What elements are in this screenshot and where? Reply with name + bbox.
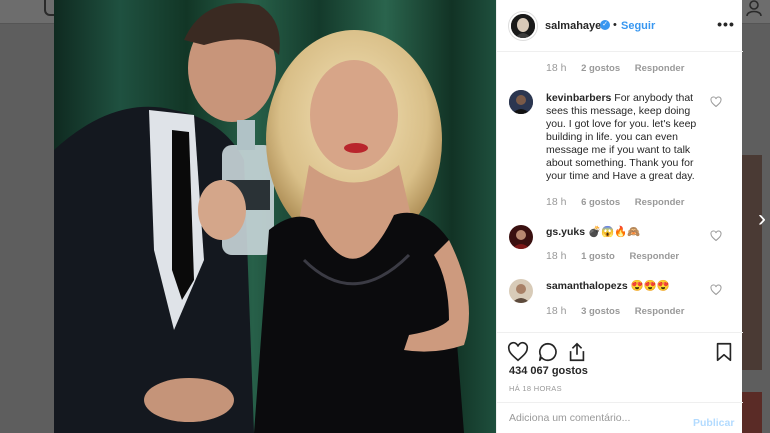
commenter-username[interactable]: gs.yuks [546, 226, 585, 238]
post-timestamp[interactable]: HÁ 18 HORAS [509, 384, 562, 393]
follow-button[interactable]: Seguir [621, 20, 655, 32]
post-header: salmahayek ✓ • Seguir ••• [497, 0, 743, 52]
comment-meta: 18 h 6 gostos Responder [546, 196, 684, 208]
heart-icon[interactable] [710, 96, 722, 108]
comment-body: kevinbarbers For anybody that sees this … [546, 92, 701, 183]
comment-body: samanthalopezs 😍😍😍 [546, 280, 701, 293]
heart-icon[interactable] [710, 230, 722, 242]
reply-button[interactable]: Responder [630, 251, 680, 262]
comment-time[interactable]: 18 h [546, 196, 566, 208]
comment-icon[interactable] [537, 341, 559, 363]
commenter-username[interactable]: samanthalopezs [546, 280, 628, 292]
author-avatar[interactable] [509, 12, 537, 40]
background-post-thumbnail [742, 392, 762, 433]
comment-text: For anybody that sees this message, keep… [546, 92, 697, 182]
author-avatar-image [511, 14, 535, 38]
comment-meta: 18 h 1 gosto Responder [546, 250, 679, 262]
profile-icon [746, 0, 762, 16]
comment-meta: 18 h 3 gostos Responder [546, 305, 684, 317]
comment-time[interactable]: 18 h [546, 305, 566, 317]
comment-meta: 18 h 2 gostos Responder [546, 62, 684, 74]
commenter-avatar[interactable] [509, 279, 533, 303]
next-arrow-icon[interactable]: › [754, 205, 770, 233]
comment-text: 😍😍😍 [630, 280, 670, 292]
background-post-thumbnail [742, 155, 762, 370]
commenter-avatar-image [509, 279, 533, 303]
comment-likes[interactable]: 3 gostos [581, 306, 620, 317]
post-photo[interactable] [54, 0, 496, 433]
reply-button[interactable]: Responder [635, 197, 685, 208]
post-modal: salmahayek ✓ • Seguir ••• 18 h 2 gostos … [54, 0, 743, 433]
post-details-panel: salmahayek ✓ • Seguir ••• 18 h 2 gostos … [496, 0, 743, 433]
comment-time[interactable]: 18 h [546, 250, 566, 262]
comment-text: 💣😱🔥🙈 [588, 226, 641, 238]
comment-likes[interactable]: 2 gostos [581, 63, 620, 74]
commenter-avatar-image [509, 90, 533, 114]
comment-body: gs.yuks 💣😱🔥🙈 [546, 226, 701, 239]
share-icon[interactable] [566, 341, 588, 363]
commenter-avatar[interactable] [509, 225, 533, 249]
bookmark-icon[interactable] [713, 341, 735, 363]
comment-likes[interactable]: 1 gosto [581, 251, 615, 262]
author-username[interactable]: salmahayek [545, 20, 607, 32]
reply-button[interactable]: Responder [635, 63, 685, 74]
comment-likes[interactable]: 6 gostos [581, 197, 620, 208]
add-comment-bar: Publicar [497, 402, 743, 433]
heart-icon[interactable] [710, 284, 722, 296]
comment-time[interactable]: 18 h [546, 62, 566, 74]
commenter-username[interactable]: kevinbarbers [546, 92, 611, 104]
publish-button[interactable]: Publicar [693, 417, 734, 429]
comment-input[interactable] [509, 412, 679, 424]
post-photo-image [54, 0, 496, 433]
commenter-avatar[interactable] [509, 90, 533, 114]
likes-count[interactable]: 434 067 gostos [509, 365, 588, 377]
reply-button[interactable]: Responder [635, 306, 685, 317]
separator-dot: • [613, 19, 617, 31]
heart-icon[interactable] [507, 341, 529, 363]
commenter-avatar-image [509, 225, 533, 249]
more-options-icon[interactable]: ••• [717, 14, 735, 34]
verified-badge-icon: ✓ [600, 20, 610, 30]
